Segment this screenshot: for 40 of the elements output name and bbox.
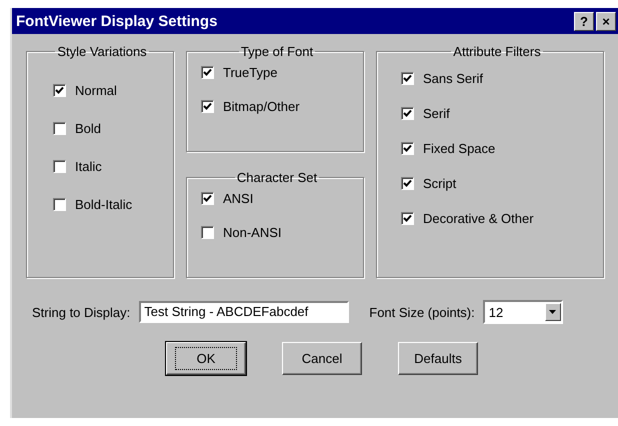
- dialog-button[interactable]: OK: [166, 342, 246, 375]
- group-title: Type of Font: [240, 44, 314, 59]
- checkbox-label[interactable]: Decorative & Other: [423, 211, 534, 226]
- checkbox-label[interactable]: Script: [423, 176, 456, 191]
- field-label: Font Size (points):: [369, 304, 475, 320]
- checkbox-label[interactable]: Normal: [75, 83, 117, 98]
- group-title: Attribute Filters: [452, 44, 542, 59]
- checkbox[interactable]: [401, 107, 414, 120]
- checkbox-label[interactable]: ANSI: [223, 191, 254, 206]
- group-title: Character Set: [236, 170, 318, 185]
- checkbox-label[interactable]: TrueType: [223, 65, 278, 80]
- checkbox[interactable]: [53, 160, 66, 173]
- checkbox[interactable]: [201, 226, 214, 239]
- field-label: String to Display:: [32, 304, 130, 320]
- checkbox-label[interactable]: Fixed Space: [423, 141, 496, 156]
- checkbox[interactable]: [201, 100, 214, 113]
- window-title: FontViewer Display Settings: [16, 12, 218, 30]
- checkbox[interactable]: [53, 84, 66, 97]
- checkbox-label[interactable]: Serif: [423, 106, 450, 121]
- checkbox[interactable]: [53, 122, 66, 135]
- checkbox-label[interactable]: Bitmap/Other: [223, 99, 300, 114]
- checkbox[interactable]: [201, 66, 214, 79]
- checkbox[interactable]: [401, 177, 414, 190]
- checkbox-label[interactable]: Bold: [75, 121, 102, 136]
- close-button[interactable]: ×: [596, 12, 616, 30]
- checkbox[interactable]: [201, 192, 214, 205]
- checkbox-label[interactable]: Sans Serif: [423, 71, 483, 86]
- group-title: Style Variations: [56, 44, 148, 59]
- dialog-button[interactable]: Defaults: [398, 342, 478, 375]
- checkbox-label[interactable]: Italic: [75, 159, 102, 174]
- checkbox[interactable]: [53, 198, 66, 211]
- font-size-dropdown[interactable]: 12: [482, 300, 563, 324]
- checkbox[interactable]: [401, 72, 414, 85]
- input-field[interactable]: Test String - ABCDEFabcdef: [139, 301, 350, 323]
- dialog-button[interactable]: Cancel: [282, 342, 362, 375]
- checkbox-label[interactable]: Bold-Italic: [75, 197, 132, 212]
- checkbox[interactable]: [401, 142, 414, 155]
- help-button[interactable]: ?: [574, 12, 594, 30]
- checkbox[interactable]: [401, 212, 414, 225]
- checkbox-label[interactable]: Non-ANSI: [223, 225, 282, 240]
